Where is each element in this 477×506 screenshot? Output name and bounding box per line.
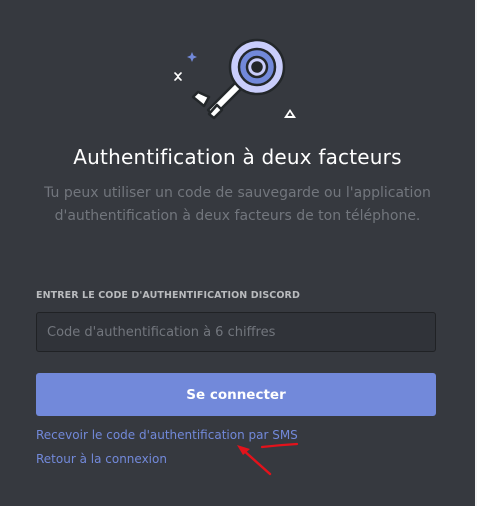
- sms-code-link[interactable]: Recevoir le code d'authentification par …: [36, 428, 298, 442]
- sparkle-icon: [187, 52, 197, 62]
- login-button[interactable]: Se connecter: [36, 373, 436, 416]
- page-title: Authentification à deux facteurs: [73, 145, 402, 169]
- auth-code-label: ENTRER LE CODE D'AUTHENTIFICATION DISCOR…: [36, 290, 300, 301]
- sparkle-icon: [174, 72, 182, 81]
- two-factor-panel: Authentification à deux facteurs Tu peux…: [0, 0, 477, 506]
- back-to-login-link[interactable]: Retour à la connexion: [36, 452, 167, 466]
- page-subtitle: Tu peux utiliser un code de sauvegarde o…: [44, 185, 431, 224]
- triangle-icon: [284, 109, 296, 118]
- auth-code-input[interactable]: [36, 312, 436, 352]
- key-illustration: [174, 38, 296, 120]
- key-icon: [191, 38, 286, 120]
